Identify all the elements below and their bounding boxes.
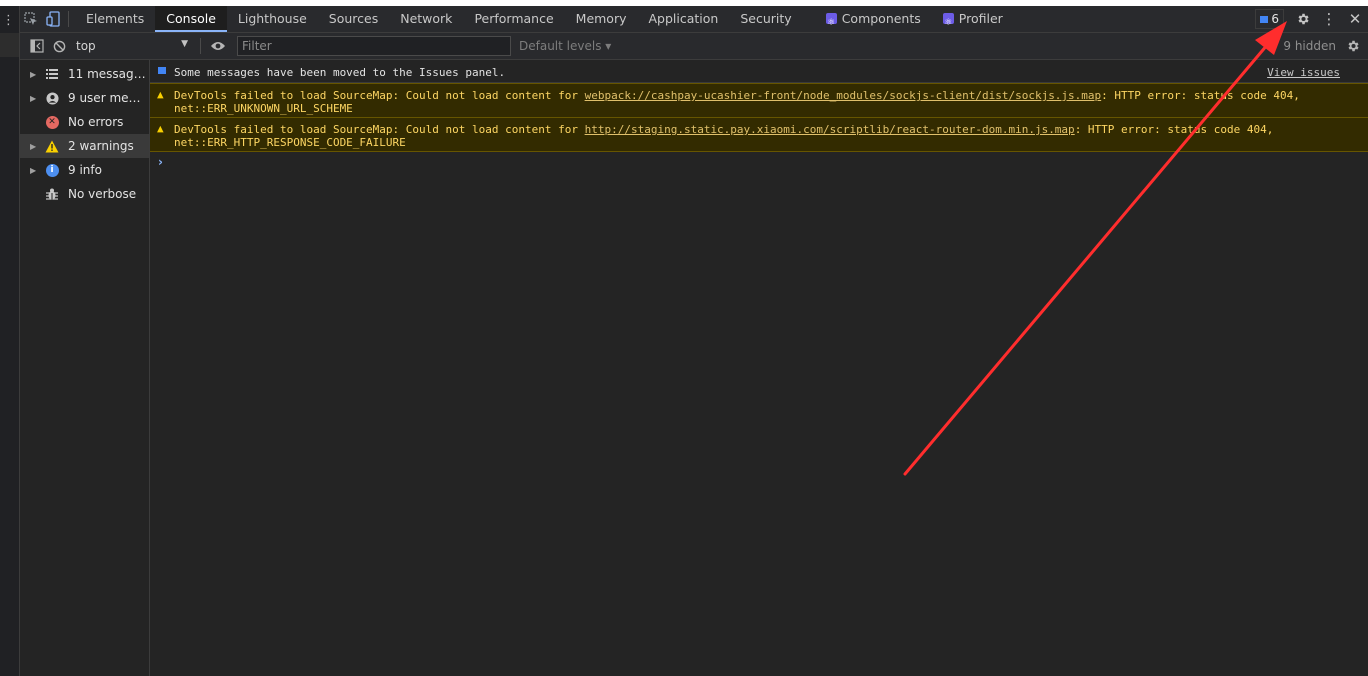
- warning-prefix: DevTools failed to load SourceMap: Could…: [174, 123, 585, 136]
- context-label: top: [76, 39, 96, 53]
- warning-line-2: net::ERR_HTTP_RESPONSE_CODE_FAILURE: [174, 136, 406, 149]
- list-icon: [44, 66, 60, 82]
- log-levels-dropdown[interactable]: Default levels ▾: [519, 39, 611, 53]
- toolbar-separator: [200, 38, 201, 54]
- expand-arrow-icon[interactable]: ▶: [30, 94, 40, 103]
- warning-line-2: net::ERR_UNKNOWN_URL_SCHEME: [174, 102, 353, 115]
- user-icon: [44, 90, 60, 106]
- inspect-element-icon[interactable]: [20, 6, 42, 32]
- message-icon: [1260, 15, 1269, 23]
- info-icon: i: [44, 162, 60, 178]
- issues-moved-message: Some messages have been moved to the Iss…: [150, 60, 1368, 83]
- tab-memory[interactable]: Memory: [565, 6, 638, 32]
- more-vertical-icon[interactable]: ⋮: [2, 14, 15, 27]
- console-warning-row: ▲ DevTools failed to load SourceMap: Cou…: [150, 118, 1368, 152]
- sidebar-item-label: 9 info: [68, 163, 102, 177]
- sidebar-item-user-messages[interactable]: ▶ 9 user messages: [20, 86, 149, 110]
- tab-network[interactable]: Network: [389, 6, 463, 32]
- sidebar-item-label: 9 user messages: [68, 91, 146, 105]
- react-icon: [942, 10, 954, 36]
- context-selector[interactable]: top ▼: [76, 35, 194, 57]
- sidebar-toggle-icon[interactable]: [26, 33, 48, 59]
- tab-profiler[interactable]: Profiler: [932, 6, 1014, 36]
- console-warning-row: ▲ DevTools failed to load SourceMap: Cou…: [150, 83, 1368, 118]
- tab-lighthouse[interactable]: Lighthouse: [227, 6, 318, 32]
- sourcemap-url-link[interactable]: webpack://cashpay-ucashier-front/node_mo…: [585, 89, 1102, 102]
- issues-badge[interactable]: 6: [1255, 9, 1284, 29]
- sidebar-item-errors[interactable]: ✕ No errors: [20, 110, 149, 134]
- console-output: Some messages have been moved to the Iss…: [150, 60, 1368, 676]
- console-settings-gear-icon[interactable]: [1342, 33, 1364, 59]
- sidebar-item-label: 2 warnings: [68, 139, 134, 153]
- issues-count: 6: [1271, 12, 1279, 26]
- console-sidebar: ▶ 11 messages ▶ 9 user messages ✕ No err…: [20, 60, 150, 676]
- tab-sources[interactable]: Sources: [318, 6, 389, 32]
- console-toolbar: top ▼ Default levels ▾ 9 hidden: [20, 33, 1368, 60]
- sidebar-item-label: 11 messages: [68, 67, 146, 81]
- console-prompt-chevron-icon[interactable]: ›: [158, 155, 163, 169]
- sidebar-item-info[interactable]: ▶ i 9 info: [20, 158, 149, 182]
- warning-suffix: : HTTP error: status code 404,: [1101, 89, 1300, 102]
- warning-prefix: DevTools failed to load SourceMap: Could…: [174, 89, 585, 102]
- tab-performance[interactable]: Performance: [463, 6, 564, 32]
- expand-arrow-icon[interactable]: ▶: [30, 142, 40, 151]
- tab-application[interactable]: Application: [638, 6, 730, 32]
- settings-gear-icon[interactable]: [1290, 6, 1316, 32]
- warning-icon: [44, 138, 60, 154]
- sourcemap-url-link[interactable]: http://staging.static.pay.xiaomi.com/scr…: [585, 123, 1075, 136]
- expand-arrow-icon[interactable]: ▶: [30, 70, 40, 79]
- bug-icon: [44, 186, 60, 202]
- sidebar-item-verbose[interactable]: No verbose: [20, 182, 149, 206]
- close-icon[interactable]: ✕: [1342, 6, 1368, 32]
- live-expression-eye-icon[interactable]: [207, 33, 229, 59]
- warning-icon: ▲: [157, 88, 164, 101]
- warning-line-1: DevTools failed to load SourceMap: Could…: [174, 89, 1300, 102]
- warning-icon: ▲: [157, 122, 164, 135]
- gutter-subbar: [0, 33, 19, 57]
- warning-line-1: DevTools failed to load SourceMap: Could…: [174, 123, 1273, 136]
- hidden-count: 9 hidden: [1283, 39, 1336, 53]
- error-icon: ✕: [44, 114, 60, 130]
- expand-arrow-icon[interactable]: ▶: [30, 166, 40, 175]
- dropdown-arrow-icon: ▼: [181, 39, 188, 49]
- left-gutter: ⋮: [0, 6, 20, 676]
- filter-input[interactable]: [237, 36, 511, 56]
- message-icon: [158, 67, 166, 74]
- tab-components[interactable]: Components: [815, 6, 932, 36]
- tab-console[interactable]: Console: [155, 6, 227, 32]
- sidebar-item-label: No errors: [68, 115, 124, 129]
- issues-notice-text: Some messages have been moved to the Iss…: [174, 66, 506, 79]
- view-issues-link[interactable]: View issues: [1267, 66, 1340, 79]
- sidebar-item-warnings[interactable]: ▶ 2 warnings: [20, 134, 149, 158]
- clear-console-icon[interactable]: [48, 33, 70, 59]
- tab-profiler-label: Profiler: [958, 11, 1003, 26]
- device-toolbar-icon[interactable]: [42, 6, 64, 32]
- tabbar-right: 6 ⋮ ✕: [1255, 6, 1368, 32]
- tab-separator: [68, 11, 69, 27]
- devtools-tabbar: Elements Console Lighthouse Sources Netw…: [20, 6, 1368, 36]
- warning-suffix: : HTTP error: status code 404,: [1074, 123, 1274, 136]
- sidebar-item-label: No verbose: [68, 187, 137, 201]
- more-options-icon[interactable]: ⋮: [1316, 6, 1342, 32]
- sidebar-item-messages[interactable]: ▶ 11 messages: [20, 62, 149, 86]
- tab-components-label: Components: [841, 11, 921, 26]
- tab-elements[interactable]: Elements: [75, 6, 155, 32]
- tab-security[interactable]: Security: [729, 6, 802, 32]
- react-icon: [825, 10, 837, 36]
